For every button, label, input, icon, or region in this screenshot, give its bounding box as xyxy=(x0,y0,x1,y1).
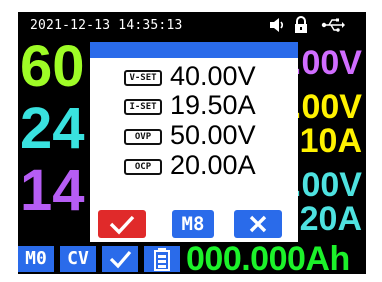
i-set-value[interactable]: 19.50A xyxy=(170,92,256,119)
i-set-tag: I-SET xyxy=(124,99,162,115)
secondary-voltage-reading: .00V xyxy=(292,166,362,204)
bottom-bar: M0 CV 000.000Ah xyxy=(18,240,366,274)
ovp-tag: OVP xyxy=(124,129,162,145)
memory-group-button[interactable]: M0 xyxy=(18,246,54,272)
datetime-label: 2021-12-13 14:35:13 xyxy=(30,18,183,33)
cancel-button[interactable] xyxy=(234,210,282,238)
mode-indicator: CV xyxy=(60,246,96,272)
battery-icon xyxy=(154,248,170,271)
close-icon xyxy=(249,215,267,233)
confirm-button[interactable] xyxy=(98,210,146,238)
output-current-reading: 24 xyxy=(20,96,85,161)
ocp-tag: OCP xyxy=(124,159,162,175)
speaker-icon xyxy=(270,18,284,32)
check-icon xyxy=(109,250,132,269)
preset-dialog: V-SET 40.00V I-SET 19.50A OVP 50.00V OCP… xyxy=(90,42,298,242)
ovp-value[interactable]: 50.00V xyxy=(170,122,256,149)
capacity-reading: 000.000Ah xyxy=(186,240,350,274)
lock-icon xyxy=(295,16,307,33)
set-voltage-reading: .00V xyxy=(292,44,362,82)
check-icon xyxy=(109,215,135,235)
power-supply-screen: 2021-12-13 14:35:13 60 24 14 .00V .00V 4… xyxy=(18,12,366,274)
input-voltage-reading: .00V xyxy=(292,88,362,126)
dialog-header xyxy=(90,42,298,58)
battery-button[interactable] xyxy=(144,246,180,272)
usb-icon xyxy=(321,18,345,32)
v-set-value[interactable]: 40.00V xyxy=(170,63,256,90)
v-set-tag: V-SET xyxy=(124,70,162,86)
ocp-value[interactable]: 20.00A xyxy=(170,152,256,179)
output-power-reading: 14 xyxy=(20,158,85,223)
memory-slot-button[interactable]: M8 xyxy=(172,210,214,238)
output-status-button[interactable] xyxy=(102,246,138,272)
output-voltage-reading: 60 xyxy=(20,34,85,99)
